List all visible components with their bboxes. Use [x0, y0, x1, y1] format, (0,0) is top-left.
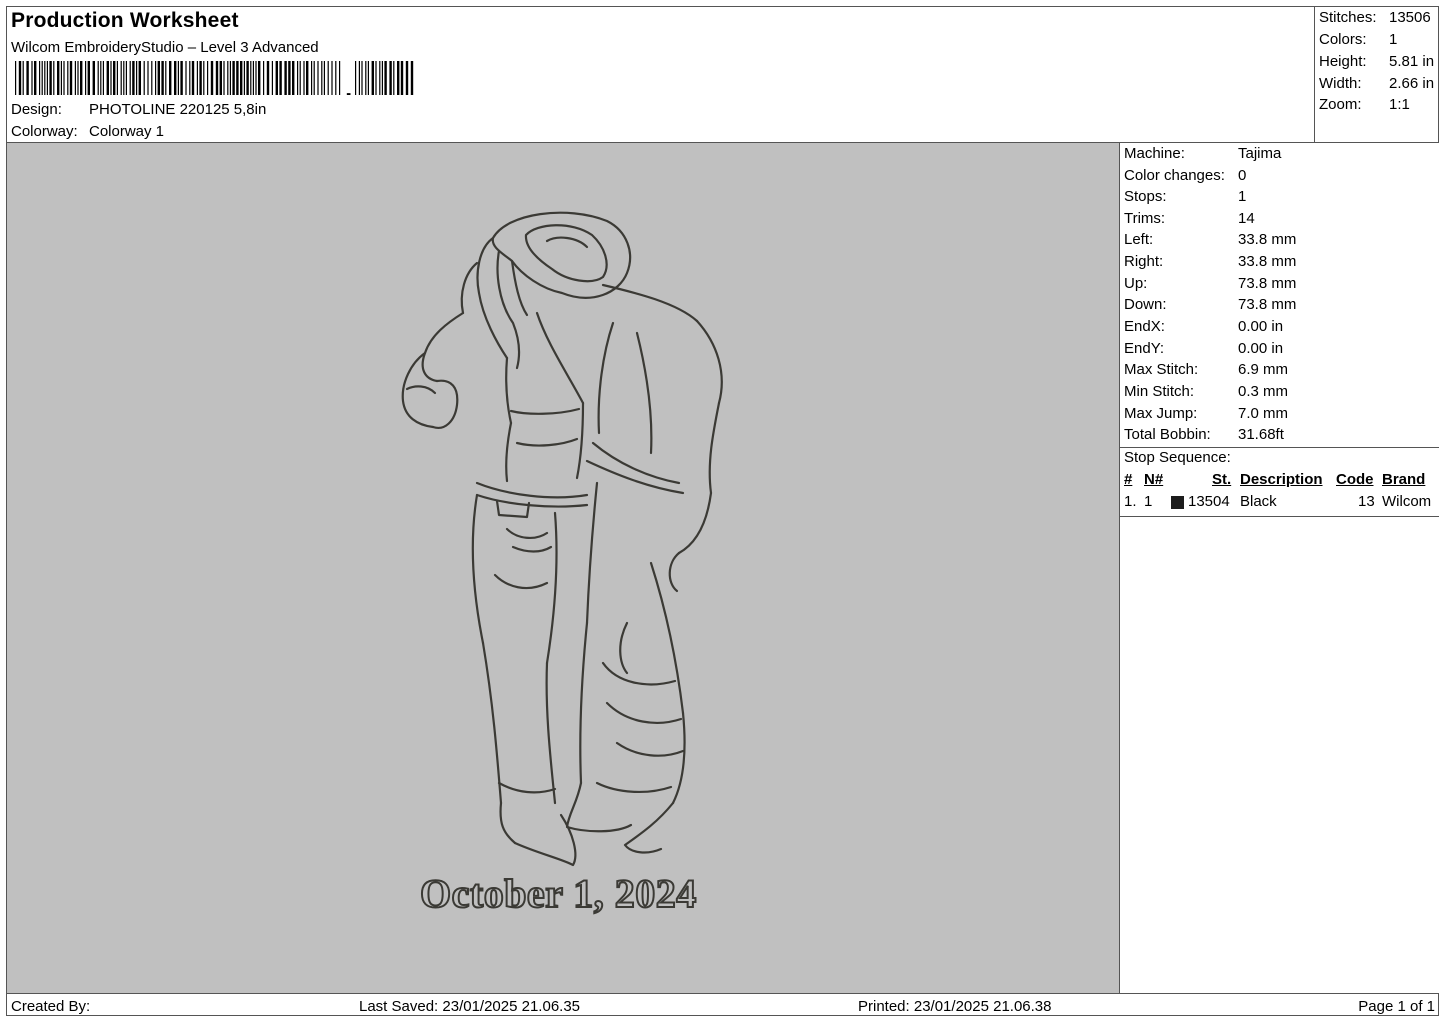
info-row: Down: 73.8 mm	[1124, 296, 1296, 317]
info-label: Total Bobbin:	[1124, 426, 1211, 443]
page-title: Production Worksheet	[11, 9, 239, 32]
worksheet-footer: Created By: Last Saved: 23/01/2025 21.06…	[7, 993, 1439, 1017]
info-label: EndY:	[1124, 340, 1165, 357]
stop-sequence-title: Stop Sequence:	[1124, 449, 1231, 466]
info-value: 33.8 mm	[1238, 253, 1297, 270]
summary-row: Width: 2.66 in	[1319, 75, 1434, 92]
info-value: 73.8 mm	[1238, 275, 1297, 292]
divider	[1120, 516, 1439, 517]
summary-value: 13506	[1389, 9, 1431, 26]
colorway-label: Colorway:	[11, 123, 78, 140]
info-row: Right: 33.8 mm	[1124, 253, 1296, 274]
info-label: Min Stitch:	[1124, 383, 1195, 400]
embroidered-date-text: October 1, 2024	[419, 870, 697, 917]
info-value: 33.8 mm	[1238, 231, 1297, 248]
info-value: Tajima	[1238, 145, 1282, 162]
printed-date: Printed: 23/01/2025 21.06.38	[858, 998, 1052, 1015]
info-label: EndX:	[1124, 318, 1165, 335]
info-row: Trims: 14	[1124, 210, 1255, 231]
info-row: EndY: 0.00 in	[1124, 340, 1283, 361]
colorway-row: Colorway: Colorway 1	[11, 123, 164, 140]
info-value: 73.8 mm	[1238, 296, 1297, 313]
info-value: 31.68ft	[1238, 426, 1284, 443]
divider	[1120, 447, 1439, 448]
column-header-description: Description	[1240, 471, 1323, 488]
info-row: Max Jump: 7.0 mm	[1124, 405, 1288, 426]
page-number: Page 1 of 1	[1358, 998, 1435, 1015]
info-value: 0.00 in	[1238, 340, 1284, 357]
stop-row-description: Black	[1240, 493, 1277, 510]
info-value: 6.9 mm	[1238, 361, 1289, 378]
column-header-index: #	[1124, 471, 1133, 488]
summary-row: Stitches: 13506	[1319, 9, 1431, 26]
info-row: Total Bobbin: 31.68ft	[1124, 426, 1284, 447]
summary-label: Zoom:	[1319, 96, 1362, 113]
worksheet-header: Production Worksheet Wilcom EmbroiderySt…	[7, 7, 1314, 143]
info-row: Machine: Tajima	[1124, 145, 1281, 166]
colorway-value: Colorway 1	[89, 123, 165, 140]
info-label: Stops:	[1124, 188, 1167, 205]
info-row: Min Stitch: 0.3 mm	[1124, 383, 1288, 404]
info-label: Up:	[1124, 275, 1148, 292]
summary-row: Height: 5.81 in	[1319, 53, 1434, 70]
info-row: Color changes: 0	[1124, 167, 1246, 188]
info-label: Down:	[1124, 296, 1167, 313]
column-header-needle: N#	[1144, 471, 1164, 488]
barcode-comma: ,	[345, 73, 352, 95]
stop-row-brand: Wilcom	[1382, 493, 1432, 510]
thread-color-swatch	[1171, 496, 1184, 509]
summary-label: Width:	[1319, 75, 1362, 92]
info-label: Machine:	[1124, 145, 1185, 162]
summary-box: Stitches: 13506 Colors: 1 Height: 5.81 in W…	[1314, 7, 1439, 143]
info-row: Left: 33.8 mm	[1124, 231, 1296, 252]
info-label: Trims:	[1124, 210, 1166, 227]
couple-embroidery-artwork	[401, 211, 723, 867]
summary-value: 1	[1389, 31, 1398, 48]
info-label: Max Jump:	[1124, 405, 1198, 422]
summary-row: Zoom: 1:1	[1319, 96, 1410, 113]
info-value: 0.00 in	[1238, 318, 1284, 335]
stop-row-index: 1.	[1124, 493, 1137, 510]
summary-value: 5.81 in	[1389, 53, 1435, 70]
stop-row-stitches: 13504	[1188, 493, 1230, 510]
info-value: 7.0 mm	[1238, 405, 1289, 422]
summary-label: Colors:	[1319, 31, 1367, 48]
worksheet-frame: Production Worksheet Wilcom EmbroiderySt…	[6, 6, 1439, 1016]
summary-value: 2.66 in	[1389, 75, 1435, 92]
design-label: Design:	[11, 101, 62, 118]
design-value: PHOTOLINE 220125 5,8in	[89, 101, 267, 118]
software-subtitle: Wilcom EmbroideryStudio – Level 3 Advanc…	[11, 39, 319, 56]
summary-value: 1:1	[1389, 96, 1410, 113]
summary-label: Height:	[1319, 53, 1367, 70]
column-header-code: Code	[1336, 471, 1374, 488]
created-by: Created By:	[11, 998, 91, 1015]
info-row: Up: 73.8 mm	[1124, 275, 1296, 296]
column-header-stitches: St.	[1212, 471, 1232, 488]
stop-row-code: 13	[1358, 493, 1375, 510]
info-label: Color changes:	[1124, 167, 1225, 184]
column-header-brand: Brand	[1382, 471, 1426, 488]
summary-label: Stitches:	[1319, 9, 1377, 26]
info-value: 1	[1238, 188, 1247, 205]
info-label: Max Stitch:	[1124, 361, 1199, 378]
design-row: Design: PHOTOLINE 220125 5,8in	[11, 101, 266, 118]
last-saved: Last Saved: 23/01/2025 21.06.35	[359, 998, 581, 1015]
info-label: Right:	[1124, 253, 1164, 270]
summary-row: Colors: 1	[1319, 31, 1397, 48]
info-row: Stops: 1	[1124, 188, 1246, 209]
barcode: ,	[15, 61, 414, 95]
stop-row-needle: 1	[1144, 493, 1153, 510]
info-label: Left:	[1124, 231, 1154, 248]
info-row: Max Stitch: 6.9 mm	[1124, 361, 1288, 382]
info-value: 14	[1238, 210, 1255, 227]
info-row: EndX: 0.00 in	[1124, 318, 1283, 339]
design-preview: October 1, 2024	[7, 143, 1120, 993]
machine-info-panel: Machine: Tajima Color changes: 0 Stops: 1 T…	[1120, 143, 1439, 993]
info-value: 0	[1238, 167, 1247, 184]
info-value: 0.3 mm	[1238, 383, 1289, 400]
